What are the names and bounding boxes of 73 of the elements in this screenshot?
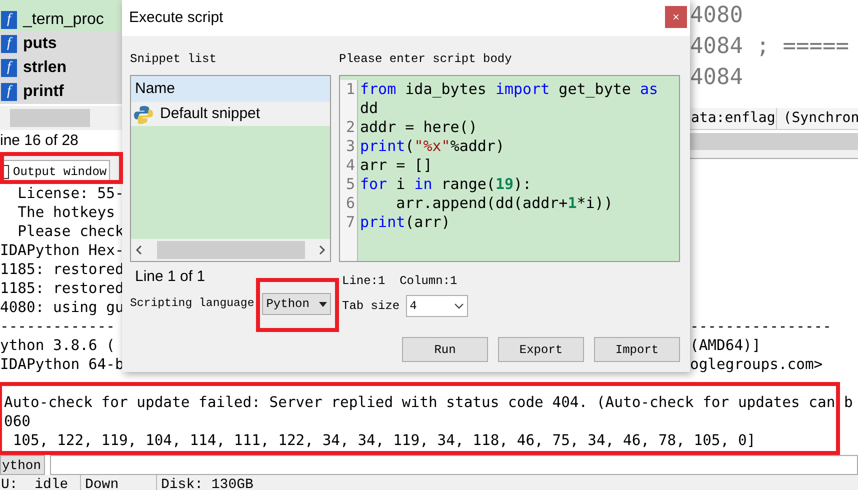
line-number: 2 (340, 118, 358, 137)
list-row[interactable] (0, 0, 122, 8)
disassembly-line: 4084 (690, 64, 744, 92)
output-line: License: 55- (16, 184, 122, 203)
output-line: 060 (3, 412, 32, 431)
output-line: Auto-check for update failed: Server replied with status code 404. (Auto-check for updates can b (3, 393, 854, 412)
code-line: arr.append(dd(addr+1*i)) (395, 194, 614, 213)
line-number: 3 (340, 137, 358, 156)
line-number-gutter (340, 232, 358, 261)
disassembly-line: 4084 ; ===== (690, 33, 850, 61)
code-line: print(arr) (359, 213, 452, 232)
tab-size-dropdown[interactable]: 4 (406, 295, 468, 317)
dialog-button[interactable]: Import (594, 337, 680, 362)
tab-size-label: Tab size (342, 298, 400, 315)
script-body-label: Please enter script body (339, 51, 513, 68)
output-line: 105, 122, 119, 104, 114, 111, 122, 34, 34, 119, 34, 118, 46, 75, 34, 46, 78, 105, 0] (12, 431, 757, 450)
function-icon: f (1, 11, 17, 29)
line-number: 7 (340, 213, 358, 232)
function-row[interactable]: f puts (0, 32, 122, 56)
output-line: IDAPython 64-b (0, 355, 122, 374)
caret-icon (319, 302, 327, 306)
output-line: ---------------- (690, 317, 832, 336)
function-icon: f (1, 35, 17, 53)
function-row[interactable]: f printf (0, 80, 122, 104)
function-icon: f (1, 59, 17, 77)
chevron-icon (454, 303, 464, 309)
close-button[interactable]: × (665, 6, 687, 28)
command-input[interactable] (50, 455, 858, 475)
snippet-row[interactable]: Default snippet (131, 102, 330, 126)
status-field: U: idle (0, 475, 81, 490)
code-editor[interactable]: 1 from ida_bytes import get_byte as dd 2 addr = here() 3 print("%x"%addr) 4 arr = [] 5 for i in range(19): 6 arr.append(dd(addr+1*i)) 7 print(arr) (339, 75, 680, 262)
window-icon (3, 164, 9, 178)
output-line: The hotkeys (16, 203, 116, 222)
function-row[interactable]: f strlen (0, 56, 122, 80)
language-button[interactable]: ython (0, 455, 45, 475)
output-line: 1185: restored (0, 279, 122, 298)
output-line: 1185: restored (0, 260, 122, 279)
code-line: print("%x"%addr) (359, 137, 506, 156)
scroll-left-icon[interactable] (135, 245, 143, 255)
line-number: 5 (340, 175, 358, 194)
horizontal-scrollbar[interactable] (690, 133, 858, 150)
function-row[interactable]: f _term_proc (0, 8, 122, 32)
line-number: 6 (340, 194, 358, 213)
language-dropdown[interactable]: Python (262, 293, 331, 315)
language-label: Scripting language (130, 296, 254, 312)
horizontal-scrollbar[interactable] (131, 239, 330, 261)
line-status: Line 1 of 1 (134, 267, 206, 286)
code-line: for i in range(19): (359, 175, 533, 194)
dialog-button[interactable]: Run (402, 337, 488, 362)
column-header[interactable]: Name (131, 76, 330, 102)
disassembly-line: 4080 (690, 2, 744, 30)
line-number: 1 (340, 80, 358, 118)
python-icon (134, 104, 153, 124)
cursor-position: Line:1 Column:1 (341, 273, 458, 290)
window-title: Execute script (129, 8, 224, 28)
horizontal-scrollbar[interactable] (0, 106, 122, 130)
output-line: ------------- (0, 317, 116, 336)
output-line: IDAPython Hex- (0, 241, 122, 260)
output-line: (AMD64)] (690, 336, 762, 355)
status-field: Down (81, 475, 157, 490)
output-line: ython 3.8.6 ( (0, 336, 116, 355)
code-line: addr = here() (359, 118, 478, 137)
output-line: Please check (16, 222, 122, 241)
line-status: ine 16 of 28 (0, 130, 80, 151)
function-icon: f (1, 83, 17, 101)
scroll-right-icon[interactable] (318, 245, 326, 255)
output-line: oglegroups.com> (690, 355, 824, 374)
status-field: (Synchron (777, 108, 858, 129)
code-line: arr = [] (359, 156, 434, 175)
snippet-list-label: Snippet list (130, 51, 218, 68)
status-field: Disk: 130GB (157, 475, 262, 490)
line-number: 4 (340, 156, 358, 175)
dialog-button[interactable]: Export (498, 337, 584, 362)
